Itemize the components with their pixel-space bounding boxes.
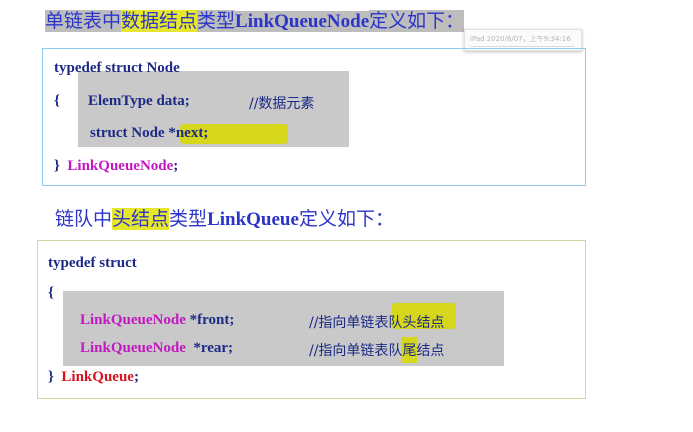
- heading-highlight: 数据结点: [121, 10, 198, 32]
- code-line: typedef struct Node: [54, 60, 180, 76]
- heading-part: 定义如下：: [369, 10, 465, 32]
- code-comment: //指向单链表队头结点: [309, 312, 444, 332]
- heading-part: 定义如下：: [298, 208, 394, 230]
- comment-text: //指向单链: [309, 315, 375, 331]
- heading-part: 中: [93, 208, 113, 230]
- heading-part: 类型: [169, 208, 208, 230]
- field-type: LinkQueueNode: [80, 340, 186, 356]
- semicolon: ;: [133, 369, 139, 385]
- heading-type-name: LinkQueueNode: [235, 11, 370, 32]
- code-field-rear: LinkQueueNode *rear;: [80, 340, 233, 357]
- comment-text: //指向单链表: [309, 343, 389, 359]
- field-name: *rear;: [185, 340, 234, 356]
- code-comment: //数据元素: [249, 96, 315, 112]
- heading-part: 链队: [55, 208, 94, 230]
- heading-part: 单链表中: [45, 10, 122, 32]
- brace-open: {: [54, 93, 60, 109]
- brace-open: {: [48, 285, 54, 301]
- code-comment: //指向单链表队尾结点: [309, 340, 444, 360]
- code-field: struct Node *next;: [90, 125, 208, 142]
- comment-text: 队: [388, 343, 403, 359]
- semicolon: ;: [173, 158, 179, 174]
- heading-linkqueue: 链队中头结点类型LinkQueue定义如下：: [55, 204, 394, 231]
- code-text: *next;: [168, 125, 209, 141]
- heading-type-name: LinkQueue: [207, 209, 299, 230]
- code-field-front: LinkQueueNode *front;: [80, 312, 234, 329]
- field-name: *front;: [185, 312, 235, 328]
- type-name: LinkQueue: [61, 369, 134, 385]
- type-name: LinkQueueNode: [67, 158, 174, 174]
- field-type: LinkQueueNode: [80, 312, 186, 328]
- brace-close: }: [54, 158, 60, 174]
- heading-part: 类型: [197, 10, 236, 32]
- code-text: struct Node: [90, 125, 169, 141]
- heading-highlight: 头结点: [112, 208, 170, 230]
- stamp-underline: [471, 46, 575, 47]
- comment-text: 表队头: [374, 315, 417, 331]
- brace-close: }: [48, 369, 54, 385]
- heading-linkqueuenode: 单链表中数据结点类型LinkQueueNode定义如下：: [45, 6, 465, 33]
- code-line-close: } LinkQueue;: [48, 369, 139, 386]
- code-line: typedef struct: [48, 255, 137, 271]
- code-line-close: } LinkQueueNode;: [54, 158, 178, 175]
- comment-text: 结点: [416, 315, 445, 331]
- timestamp-text: iPad 2020/6/07，上午9:34:16: [470, 35, 571, 43]
- code-field: ElemType data;: [88, 93, 190, 109]
- comment-text: 尾结点: [402, 343, 445, 359]
